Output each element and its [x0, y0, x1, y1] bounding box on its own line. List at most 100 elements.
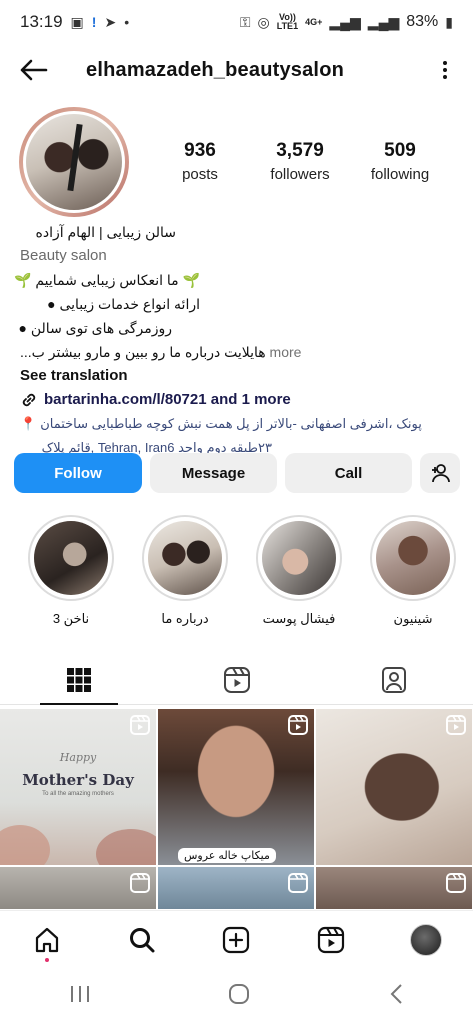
story-highlights: ناخن 3 درباره ما فیشال پوست شینیون: [14, 515, 473, 627]
call-button[interactable]: Call: [285, 453, 412, 493]
reels-icon: [317, 926, 345, 953]
post-thumbnail[interactable]: Happy Mother's Day To all the amazing mo…: [0, 709, 156, 865]
post-text: To all the amazing mothers: [42, 791, 114, 797]
post-text: Mother's Day: [22, 771, 134, 789]
gallery-icon: ▣: [70, 13, 84, 30]
stat-followers[interactable]: 3,579 followers: [250, 140, 350, 183]
battery-icon: ▮: [445, 13, 453, 30]
highlight-about-us[interactable]: درباره ما: [128, 515, 242, 627]
highlight-label: فیشال پوست: [262, 611, 336, 626]
tab-tagged[interactable]: [315, 655, 473, 704]
home-system-button[interactable]: [228, 983, 250, 1010]
home-circle-icon: [229, 983, 250, 1004]
profile-bio: سالن زیبایی | الهام آزاده Beauty salon 🌱…: [14, 220, 460, 460]
status-time: 13:19: [20, 12, 63, 31]
reel-badge-icon: [446, 873, 466, 898]
more-vertical-icon: [443, 61, 447, 65]
post-thumbnail[interactable]: [316, 867, 472, 909]
message-button[interactable]: Message: [150, 453, 277, 493]
profile-stats: 936 posts 3,579 followers 509 following: [150, 140, 450, 183]
highlight-label: شینیون: [393, 611, 433, 626]
profile-avatar[interactable]: [19, 107, 129, 217]
signal-icon-2: ▂▄▆: [367, 13, 400, 30]
nav-profile[interactable]: [402, 916, 450, 964]
follow-button[interactable]: Follow: [14, 453, 142, 493]
search-icon: [129, 927, 155, 952]
highlight-label: درباره ما: [161, 611, 209, 626]
signal-icon: ▂▄▆: [329, 13, 361, 30]
bead-icon: ●: [47, 296, 60, 312]
followers-count: 3,579: [276, 140, 324, 161]
arrow-left-icon: [20, 59, 48, 81]
hotspot-icon: ◎: [257, 13, 270, 30]
avatar-image: [26, 114, 122, 210]
highlight-chignon[interactable]: شینیون: [356, 515, 470, 627]
link-icon: [22, 393, 36, 407]
home-icon: [36, 927, 59, 952]
notification-dot: [45, 957, 50, 962]
bottom-navigation: [0, 910, 473, 968]
back-system-button[interactable]: [388, 983, 404, 1010]
status-bar: 13:19 ▣ ! ➤ • ⚿ ◎ Vo)) LTE1 4G+ ▂▄▆ ▂▄▆ 8…: [0, 0, 473, 44]
see-translation-link[interactable]: See translation: [20, 364, 460, 388]
posts-count: 936: [184, 140, 216, 161]
nav-home[interactable]: [23, 916, 71, 964]
post-text: Happy: [59, 751, 97, 764]
key-icon: ⚿: [239, 13, 251, 30]
reel-badge-icon: [130, 715, 150, 740]
suggested-users-button[interactable]: [420, 453, 460, 493]
posts-label: posts: [182, 166, 218, 183]
reel-badge-icon: [288, 715, 308, 740]
volte-indicator: Vo)) LTE1: [276, 12, 299, 31]
highlight-label: ناخن 3: [52, 611, 90, 626]
post-thumbnail[interactable]: [316, 709, 472, 865]
chevron-left-icon: [390, 983, 402, 1004]
system-navigation: [0, 968, 473, 1024]
address-line-1[interactable]: 📍 پونک ،اشرفی اصفهانی -بالاتر از پل همت …: [20, 412, 460, 436]
reel-badge-icon: [130, 873, 150, 898]
reel-badge-icon: [288, 873, 308, 898]
battery-percent: 83%: [406, 13, 439, 30]
dot-icon: •: [124, 14, 130, 30]
bio-more-link[interactable]: more: [270, 344, 302, 360]
recent-apps-icon: [70, 985, 89, 1002]
network-type-indicator: 4G+: [305, 16, 323, 27]
nav-create[interactable]: [212, 916, 260, 964]
exclamation-icon: !: [91, 14, 97, 30]
create-icon: [223, 926, 250, 953]
highlight-image: [34, 521, 108, 595]
profile-actions: Follow Message Call: [14, 453, 460, 493]
location-pin-icon: 📍: [20, 416, 37, 431]
stat-posts[interactable]: 936 posts: [150, 140, 250, 183]
content-tabs: [0, 655, 473, 705]
tab-reels[interactable]: [158, 655, 316, 704]
highlight-facial[interactable]: فیشال پوست: [242, 515, 356, 627]
highlight-image: [148, 521, 222, 595]
more-options-button[interactable]: [435, 55, 455, 85]
bio-link[interactable]: bartarinha.com/l/80721 and 1 more: [20, 388, 460, 412]
telegram-icon: ➤: [104, 13, 117, 30]
reels-icon: [223, 666, 250, 693]
nav-search[interactable]: [118, 916, 166, 964]
reel-badge-icon: [446, 715, 466, 740]
highlight-image: [262, 521, 336, 595]
stat-following[interactable]: 509 following: [350, 140, 450, 183]
post-caption-overlay: میکاپ خاله عروس: [178, 848, 276, 863]
followers-label: followers: [270, 166, 330, 183]
profile-username: elhamazadeh_beautysalon: [86, 58, 345, 81]
post-thumbnail[interactable]: [0, 867, 156, 909]
following-count: 509: [384, 140, 416, 161]
tab-posts[interactable]: [0, 655, 158, 705]
profile-display-name: سالن زیبایی | الهام آزاده: [35, 224, 176, 240]
post-thumbnail[interactable]: میکاپ خاله عروس: [158, 709, 314, 865]
nav-reels[interactable]: [307, 916, 355, 964]
post-thumbnail[interactable]: [158, 867, 314, 909]
recent-apps-button[interactable]: [69, 984, 91, 1009]
back-button[interactable]: [18, 53, 52, 87]
tagged-icon: [382, 666, 407, 693]
bio-line-3: روزمرگی های توی سالن ●: [18, 320, 172, 336]
bio-line-1: 🌱 ما انعکاس زیبایی شماییم 🌱: [14, 272, 200, 288]
following-label: following: [370, 166, 430, 183]
highlight-nail[interactable]: ناخن 3: [14, 515, 128, 627]
bead-icon: ●: [18, 320, 31, 336]
